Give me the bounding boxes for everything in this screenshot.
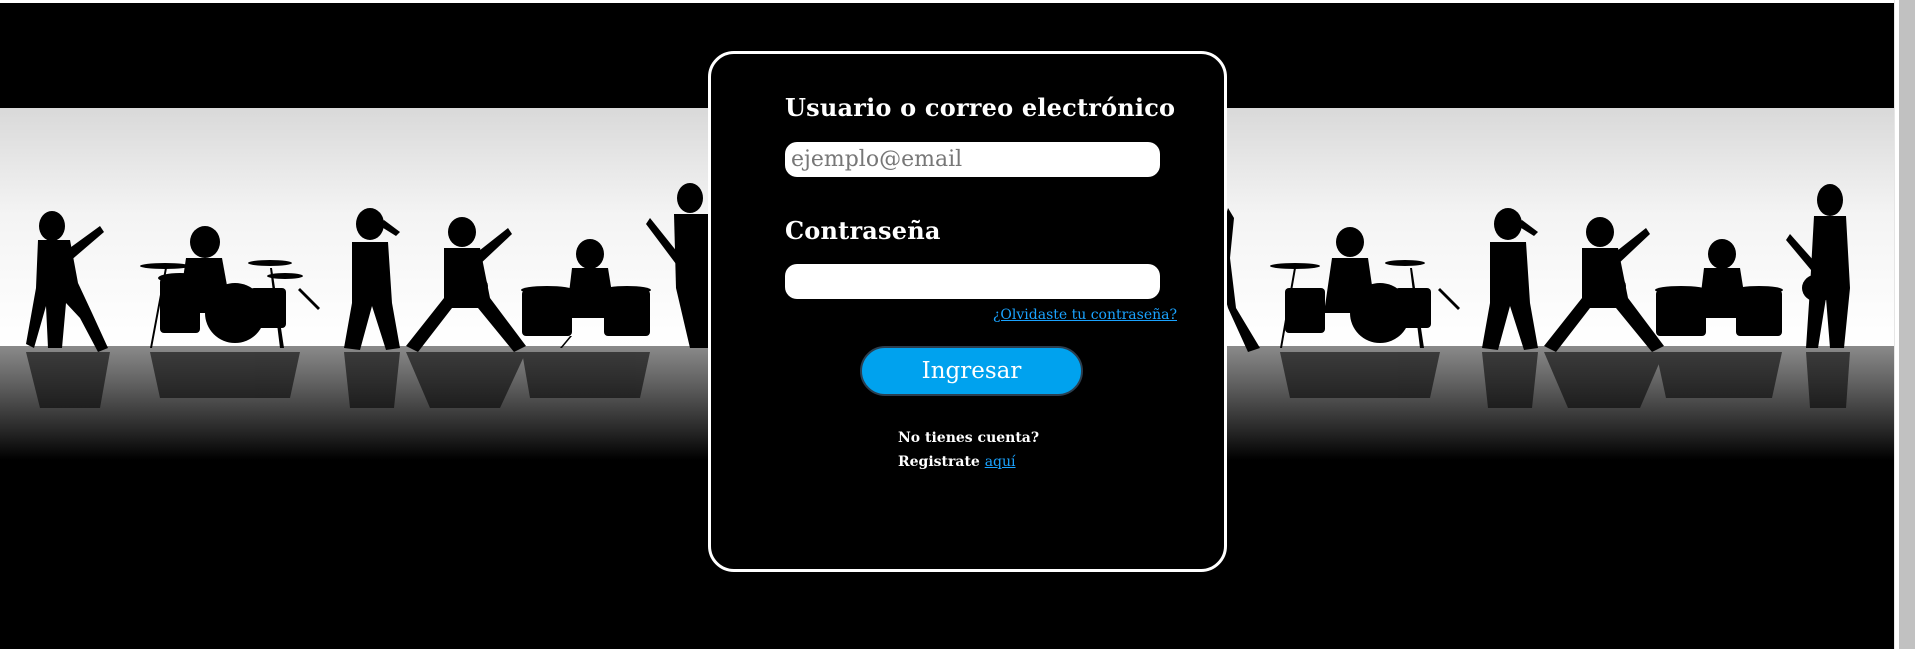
login-card: Usuario o correo electrónico Contraseña … bbox=[708, 51, 1227, 572]
user-label: Usuario o correo electrónico bbox=[785, 93, 1176, 122]
login-page: Usuario o correo electrónico Contraseña … bbox=[0, 0, 1919, 649]
top-border bbox=[0, 0, 1895, 3]
register-prefix: Registrate bbox=[898, 454, 980, 470]
register-link[interactable]: aquí bbox=[985, 454, 1016, 470]
register-prompt: No tienes cuenta? Registrate aquí bbox=[898, 426, 1039, 474]
vertical-scrollbar[interactable] bbox=[1894, 0, 1919, 649]
user-email-input[interactable] bbox=[785, 142, 1160, 177]
no-account-text: No tienes cuenta? bbox=[898, 430, 1040, 446]
register-line: Registrate aquí bbox=[898, 450, 1039, 474]
login-button[interactable]: Ingresar bbox=[860, 346, 1083, 396]
password-input[interactable] bbox=[785, 264, 1160, 299]
forgot-password-link[interactable]: ¿Olvidaste tu contraseña? bbox=[993, 307, 1177, 323]
scrollbar-thumb[interactable] bbox=[1899, 0, 1915, 649]
password-label: Contraseña bbox=[785, 216, 941, 245]
